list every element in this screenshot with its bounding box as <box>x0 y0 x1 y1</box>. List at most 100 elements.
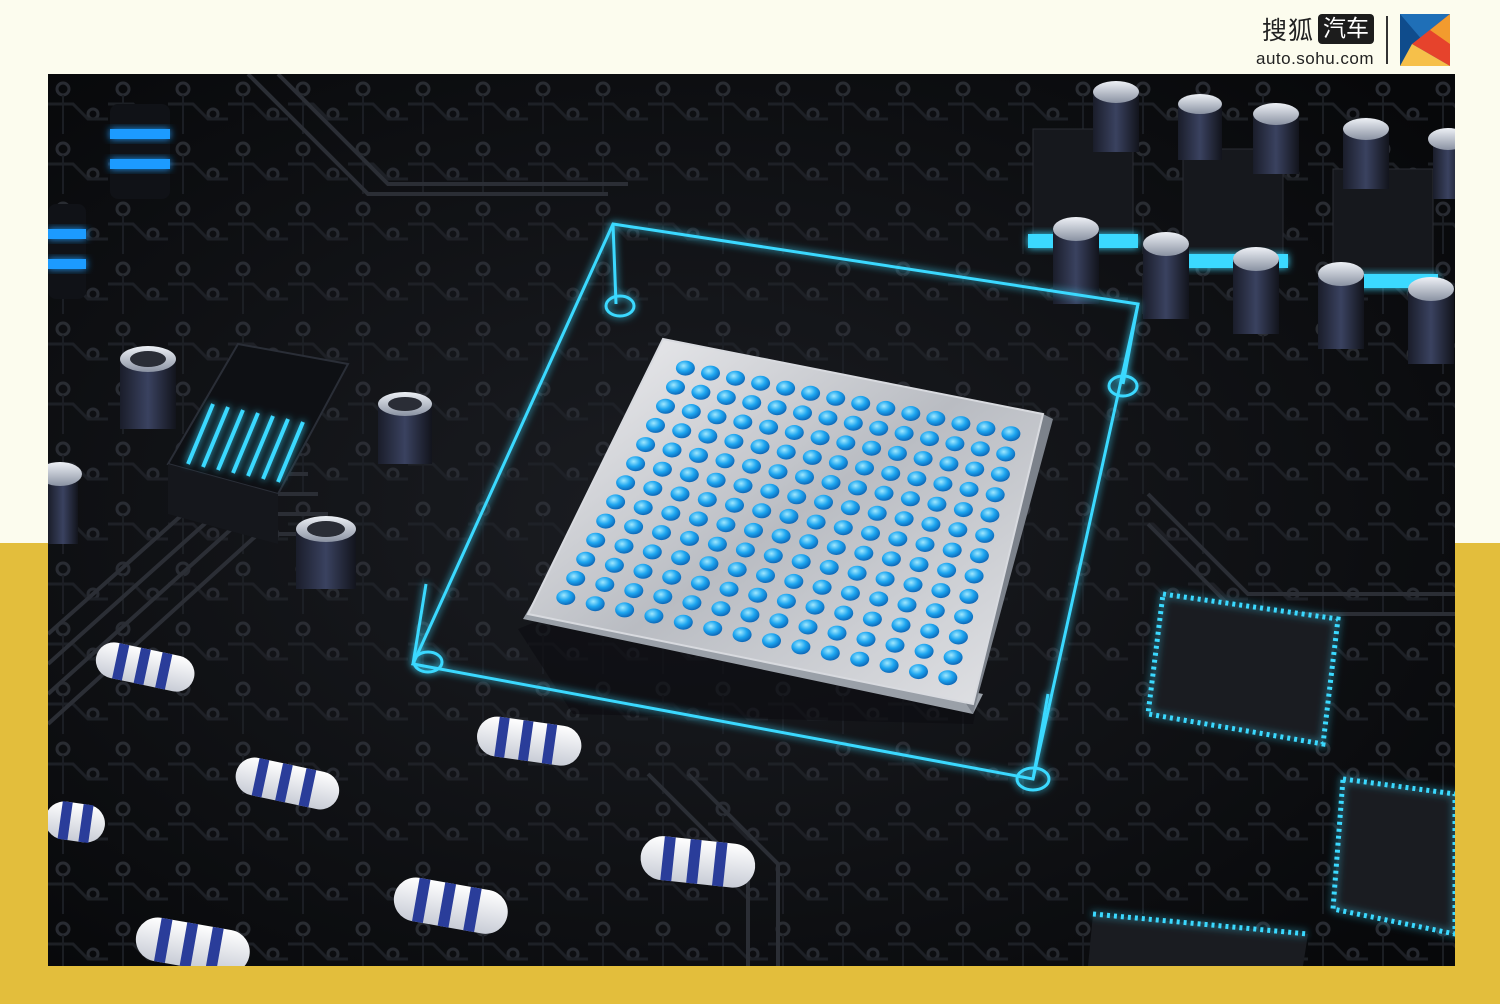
solder-ball <box>953 502 973 518</box>
solder-ball <box>801 385 821 401</box>
solder-ball <box>907 471 927 487</box>
solder-ball <box>975 527 995 543</box>
solder-ball <box>888 531 908 547</box>
solder-ball <box>643 480 663 496</box>
solder-ball <box>768 464 788 480</box>
solder-ball <box>959 588 979 604</box>
solder-ball <box>965 461 985 477</box>
solder-ball <box>707 536 727 552</box>
solder-ball <box>675 360 695 376</box>
solder-ball <box>716 517 736 533</box>
solder-ball <box>716 390 736 405</box>
solder-ball <box>711 601 731 617</box>
solder-ball <box>897 597 917 613</box>
solder-ball <box>840 585 860 601</box>
solder-ball <box>633 500 653 516</box>
solder-ball <box>771 528 791 544</box>
solder-ball <box>662 569 682 585</box>
solder-ball <box>784 425 804 440</box>
solder-ball <box>636 437 656 453</box>
solder-ball <box>726 370 745 386</box>
solder-ball <box>644 608 664 624</box>
solder-ball <box>869 420 889 436</box>
solder-ball <box>937 562 957 578</box>
solder-ball <box>742 395 762 411</box>
solder-ball <box>642 544 662 560</box>
solder-ball <box>828 455 848 471</box>
solder-ball <box>894 425 914 441</box>
solder-ball <box>881 551 901 567</box>
solder-ball <box>795 469 814 485</box>
solder-ball <box>926 411 946 426</box>
brand-name-row: 搜狐 汽车 <box>1262 11 1374 47</box>
solder-ball <box>698 428 718 444</box>
solder-ball <box>951 416 971 432</box>
solder-ball <box>776 593 796 609</box>
solder-ball <box>938 670 958 686</box>
solder-ball <box>689 447 708 463</box>
solder-ball <box>814 494 833 510</box>
solder-ball <box>756 568 775 583</box>
brand-divider <box>1386 16 1388 64</box>
solder-ball <box>996 446 1016 462</box>
solder-ball <box>656 398 675 414</box>
solder-ball <box>767 400 787 416</box>
solder-ball <box>556 590 576 605</box>
solder-ball <box>673 614 693 630</box>
circuit-board-photo <box>48 74 1455 966</box>
solder-ball <box>615 602 635 618</box>
solder-ball <box>666 379 685 395</box>
solder-ball <box>869 591 889 607</box>
solder-ball <box>585 596 605 612</box>
solder-ball <box>596 513 616 529</box>
solder-ball <box>681 404 701 419</box>
solder-ball <box>703 620 723 636</box>
solder-ball <box>821 475 841 490</box>
solder-ball <box>799 534 819 550</box>
solder-ball <box>970 441 990 457</box>
solder-ball <box>776 380 796 396</box>
solder-ball <box>751 375 771 391</box>
solder-ball <box>959 481 979 497</box>
solder-ball <box>827 625 847 641</box>
solder-ball <box>633 563 653 579</box>
solder-ball <box>875 571 895 587</box>
solder-ball <box>862 611 882 627</box>
solder-ball <box>861 525 880 541</box>
solder-ball <box>706 472 726 488</box>
solder-ball <box>750 439 770 455</box>
solder-ball <box>891 617 911 633</box>
solder-ball <box>909 557 929 573</box>
solder-ball <box>661 505 681 521</box>
solder-ball <box>915 537 935 552</box>
solder-ball <box>776 444 796 460</box>
solder-ball <box>784 573 804 589</box>
solder-ball <box>964 568 984 584</box>
solder-ball <box>742 458 761 474</box>
solder-ball <box>653 589 673 605</box>
solder-ball <box>909 664 928 680</box>
solder-ball <box>847 565 867 581</box>
solder-ball <box>791 639 811 655</box>
solder-ball <box>752 503 772 519</box>
solder-ball <box>805 599 825 615</box>
brand-name-sohu: 搜狐 <box>1261 16 1314 45</box>
solder-ball <box>862 440 882 456</box>
solder-ball <box>690 575 710 591</box>
solder-ball <box>920 623 940 639</box>
solder-ball <box>733 414 753 430</box>
solder-ball <box>748 587 768 603</box>
solder-ball <box>976 421 996 437</box>
solder-ball <box>985 487 1005 503</box>
solder-ball <box>939 456 959 472</box>
solder-ball <box>879 657 899 673</box>
solder-ball <box>881 465 901 481</box>
solder-ball <box>763 548 783 564</box>
brand-name-auto: 汽车 <box>1318 14 1374 44</box>
solder-ball <box>735 542 755 558</box>
solder-ball <box>848 480 867 496</box>
solder-ball <box>670 486 690 502</box>
solder-ball <box>682 595 702 611</box>
solder-ball <box>732 627 752 643</box>
solder-ball <box>920 431 939 447</box>
